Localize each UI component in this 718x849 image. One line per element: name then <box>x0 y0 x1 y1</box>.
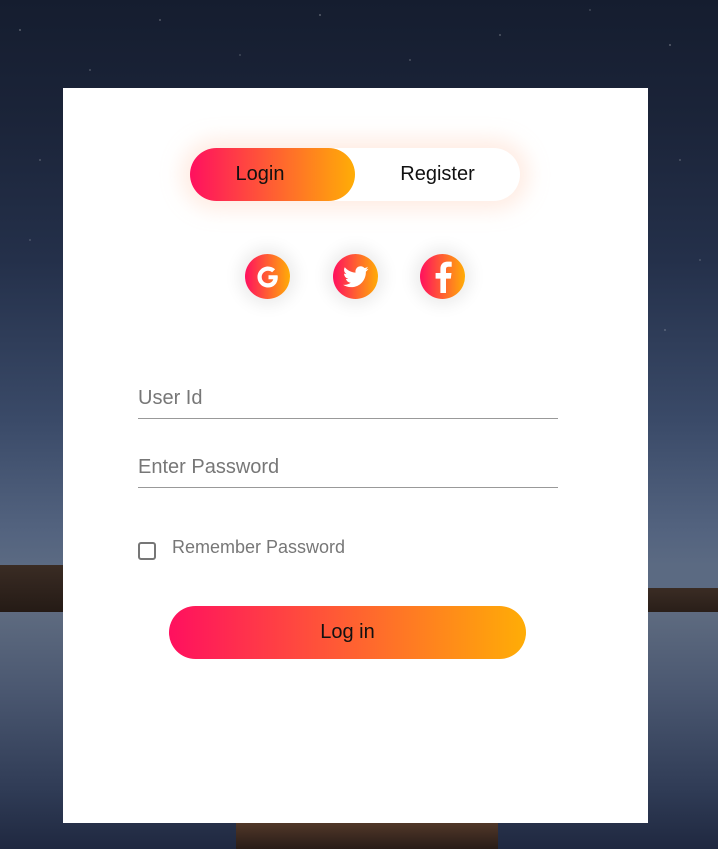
google-login-button[interactable] <box>245 254 290 299</box>
user-id-input[interactable] <box>138 378 558 419</box>
register-tab[interactable]: Register <box>355 148 520 201</box>
login-card: Login Register Remember Password Log in <box>63 88 648 823</box>
facebook-icon <box>435 261 452 293</box>
login-tab[interactable]: Login <box>190 148 355 201</box>
remember-password-row: Remember Password <box>138 537 345 560</box>
facebook-login-button[interactable] <box>420 254 465 299</box>
background-reflection <box>236 822 498 849</box>
login-submit-button[interactable]: Log in <box>169 606 526 659</box>
background-shore-left <box>0 565 63 613</box>
auth-toggle: Login Register <box>190 148 520 201</box>
password-input[interactable] <box>138 447 558 488</box>
remember-password-checkbox[interactable] <box>138 542 156 560</box>
google-icon <box>257 266 278 287</box>
twitter-login-button[interactable] <box>333 254 378 299</box>
remember-password-label: Remember Password <box>172 537 346 557</box>
twitter-icon <box>342 265 369 287</box>
